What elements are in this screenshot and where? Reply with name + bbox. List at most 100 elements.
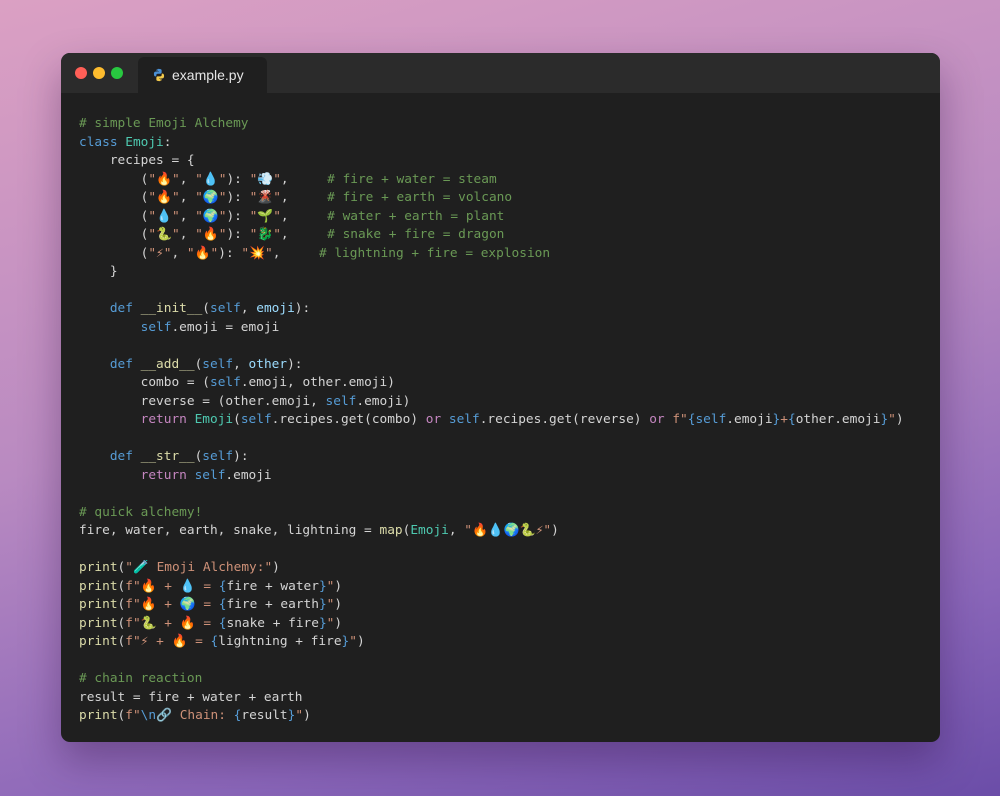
code-line: ("💧", "🌍"): "🌱", # water + earth = plant bbox=[79, 208, 940, 227]
code-token: print bbox=[79, 578, 118, 594]
code-token: .emoji = emoji bbox=[171, 319, 280, 335]
code-token: result = fire + water + earth bbox=[79, 689, 303, 705]
code-token: ( bbox=[79, 190, 149, 205]
close-button[interactable] bbox=[75, 67, 87, 79]
code-token: "🔥" bbox=[195, 227, 227, 242]
code-token: ) bbox=[334, 615, 343, 631]
zoom-button[interactable] bbox=[111, 67, 123, 79]
code-token: .emoji bbox=[225, 467, 272, 483]
code-line: print(f"🔥 + 🌍 = {fire + earth}") bbox=[79, 596, 940, 615]
code-token: ) bbox=[303, 708, 311, 723]
code-token: ( bbox=[79, 245, 149, 261]
code-line: reverse = (other.emoji, self.emoji) bbox=[79, 393, 940, 412]
code-token: ) bbox=[334, 578, 343, 594]
code-token: .emoji, other.emoji) bbox=[240, 375, 395, 390]
code-token: + bbox=[780, 412, 788, 427]
code-line: # quick alchemy! bbox=[79, 504, 940, 523]
code-token: self bbox=[695, 412, 727, 427]
code-token: .emoji bbox=[726, 412, 773, 427]
tab-example-py[interactable]: example.py bbox=[138, 57, 267, 93]
code-token: __add__ bbox=[140, 356, 195, 372]
code-token: self bbox=[209, 375, 241, 390]
code-token: lightning + fire bbox=[218, 634, 342, 649]
code-token: , bbox=[240, 301, 257, 316]
code-line: # simple Emoji Alchemy bbox=[79, 115, 940, 134]
code-token: Emoji bbox=[194, 412, 234, 427]
code-token: "💧" bbox=[195, 171, 227, 187]
code-token: ): bbox=[218, 245, 242, 261]
code-line: return Emoji(self.recipes.get(combo) or … bbox=[79, 411, 940, 430]
code-token: # simple Emoji Alchemy bbox=[79, 116, 249, 131]
code-line: combo = (self.emoji, other.emoji) bbox=[79, 374, 940, 393]
code-token: .recipes.get(combo) bbox=[271, 412, 426, 427]
code-token: , bbox=[280, 190, 328, 205]
code-line: print(f"🐍 + 🔥 = {snake + fire}") bbox=[79, 615, 940, 634]
code-line: ("🔥", "💧"): "💨", # fire + water = steam bbox=[79, 171, 940, 190]
code-token: "🔥💧🌍🐍⚡" bbox=[464, 523, 552, 538]
code-token: "🧪 Emoji Alchemy:" bbox=[125, 560, 273, 575]
code-token: print bbox=[79, 615, 118, 631]
code-token: , bbox=[179, 208, 196, 224]
code-token: self bbox=[194, 467, 226, 483]
code-token: ( bbox=[79, 171, 149, 187]
code-token: self bbox=[202, 356, 234, 372]
code-line: print(f"\n🔗 Chain: {result}") bbox=[79, 707, 940, 726]
code-token: __str__ bbox=[140, 449, 195, 464]
code-token: "🔥" bbox=[148, 171, 180, 187]
code-token: f" bbox=[672, 412, 688, 427]
code-token: { bbox=[787, 412, 796, 427]
code-token: "🌋" bbox=[249, 190, 281, 205]
code-token: self bbox=[240, 412, 272, 427]
code-token: , bbox=[448, 523, 465, 538]
code-token: # fire + water = steam bbox=[327, 171, 497, 187]
code-token: __init__ bbox=[140, 301, 203, 316]
code-line: ("⚡", "🔥"): "💥", # lightning + fire = ex… bbox=[79, 245, 940, 264]
code-token: , bbox=[179, 190, 196, 205]
code-token: print bbox=[79, 708, 118, 723]
code-token: f"🐍 + 🔥 = bbox=[125, 615, 219, 631]
code-token: \n bbox=[140, 708, 157, 723]
code-token: "🐉" bbox=[249, 227, 281, 242]
code-token: , bbox=[233, 356, 249, 372]
tab-label: example.py bbox=[172, 67, 244, 83]
code-line: def __add__(self, other): bbox=[79, 356, 940, 375]
code-line: # chain reaction bbox=[79, 670, 940, 689]
minimize-button[interactable] bbox=[93, 67, 105, 79]
code-token: ) bbox=[334, 597, 343, 612]
code-token: 🔗 Chain: bbox=[156, 708, 234, 723]
code-token: result bbox=[241, 708, 288, 723]
code-token: print bbox=[79, 560, 118, 575]
code-token: } bbox=[79, 264, 118, 279]
code-token: ) bbox=[356, 634, 365, 649]
code-token: self bbox=[202, 449, 234, 464]
code-token: ): bbox=[233, 449, 249, 464]
code-token: "💧" bbox=[148, 208, 180, 224]
code-line: class Emoji: bbox=[79, 134, 940, 153]
code-token: : bbox=[163, 134, 172, 150]
code-line: } bbox=[79, 263, 940, 282]
code-token: f"🔥 + 💧 = bbox=[125, 578, 219, 594]
code-token: ( bbox=[233, 412, 241, 427]
code-token: # lightning + fire = explosion bbox=[318, 245, 551, 261]
code-line: print(f"🔥 + 💧 = {fire + water}") bbox=[79, 578, 940, 597]
code-token: "🔥" bbox=[148, 190, 180, 205]
code-token: "🌱" bbox=[249, 208, 281, 224]
code-token: combo = ( bbox=[79, 375, 210, 390]
code-token: emoji bbox=[256, 301, 295, 316]
code-editor[interactable]: # simple Emoji Alchemy class Emoji: recip… bbox=[79, 115, 940, 742]
code-token: , bbox=[280, 227, 328, 242]
code-token: self bbox=[210, 301, 241, 316]
code-token: self bbox=[325, 393, 357, 409]
code-line: fire, water, earth, snake, lightning = m… bbox=[79, 522, 940, 541]
code-token: .emoji) bbox=[356, 393, 411, 409]
code-token: or bbox=[649, 412, 673, 427]
code-token: " bbox=[295, 708, 304, 723]
code-token: self bbox=[79, 319, 172, 335]
code-token: print bbox=[79, 597, 118, 612]
code-token: Emoji bbox=[125, 134, 164, 150]
